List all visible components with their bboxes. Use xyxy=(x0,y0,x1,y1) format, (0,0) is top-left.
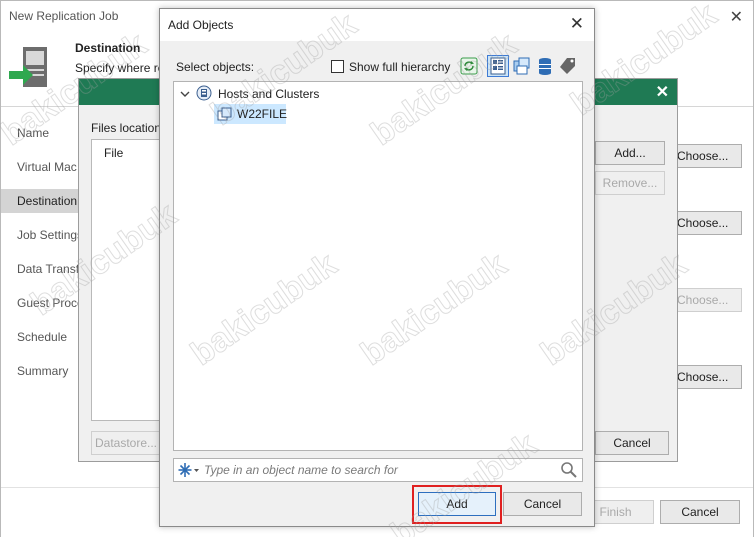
tags-view-icon[interactable] xyxy=(557,55,579,77)
object-search-input[interactable] xyxy=(204,459,554,481)
nav-step-name[interactable]: Name xyxy=(1,121,81,145)
add-objects-titlebar: Add Objects ✕ xyxy=(160,9,594,41)
search-scope-icon[interactable] xyxy=(178,462,200,481)
datastore-button[interactable]: Datastore... xyxy=(91,431,161,455)
choose-resource-pool-button[interactable]: Choose... xyxy=(672,211,742,235)
add-objects-close-icon[interactable]: ✕ xyxy=(570,14,584,34)
choose-host-button[interactable]: Choose... xyxy=(672,144,742,168)
show-full-hierarchy-checkbox[interactable] xyxy=(331,60,344,73)
nav-step-summary[interactable]: Summary xyxy=(1,359,81,383)
choose-datastore-button[interactable]: Choose... xyxy=(672,365,742,389)
files-location-close-icon[interactable]: ✕ xyxy=(656,82,669,102)
vm-icon xyxy=(217,106,233,125)
add-vm-button[interactable]: Add... xyxy=(595,141,665,165)
nav-step-guest-processing[interactable]: Guest Proce xyxy=(1,291,81,315)
wizard-title: New Replication Job xyxy=(9,9,119,23)
nav-step-virtual-machines[interactable]: Virtual Mac xyxy=(1,155,81,179)
wizard-cancel-button[interactable]: Cancel xyxy=(660,500,740,524)
nav-step-job-settings[interactable]: Job Settings xyxy=(1,223,81,247)
search-icon[interactable] xyxy=(560,461,578,482)
files-location-cancel-button[interactable]: Cancel xyxy=(595,431,669,455)
object-search-box[interactable] xyxy=(173,458,583,482)
show-full-hierarchy-label[interactable]: Show full hierarchy xyxy=(349,60,450,74)
destination-icon xyxy=(9,47,47,87)
add-objects-dialog: Add Objects ✕ Select objects: Show full … xyxy=(159,8,595,527)
objects-tree[interactable]: Hosts and Clusters W22FILE xyxy=(173,81,583,451)
tree-item-label[interactable]: W22FILE xyxy=(237,107,287,121)
wizard-header-title: Destination xyxy=(75,41,141,55)
files-location-label: Files location xyxy=(91,121,162,135)
select-objects-label: Select objects: xyxy=(176,60,255,74)
nav-step-destination[interactable]: Destination xyxy=(1,189,81,213)
nav-step-data-transfer[interactable]: Data Transfe xyxy=(1,257,81,281)
add-button[interactable]: Add xyxy=(418,492,496,516)
wizard-close-icon[interactable]: ✕ xyxy=(730,7,743,27)
hosts-view-icon[interactable] xyxy=(487,55,509,77)
wizard-header-subtitle: Specify where re xyxy=(75,61,165,75)
remove-vm-button[interactable]: Remove... xyxy=(595,171,665,195)
datastores-view-icon[interactable] xyxy=(534,55,556,77)
hosts-and-clusters-icon xyxy=(196,85,212,104)
vms-view-icon[interactable] xyxy=(511,55,533,77)
nav-step-schedule[interactable]: Schedule xyxy=(1,325,81,349)
refresh-icon[interactable] xyxy=(458,55,480,77)
expand-chevron-icon[interactable] xyxy=(180,88,190,102)
tree-root-label[interactable]: Hosts and Clusters xyxy=(218,87,319,101)
add-objects-cancel-button[interactable]: Cancel xyxy=(503,492,582,516)
choose-folder-button[interactable]: Choose... xyxy=(672,288,742,312)
add-objects-title: Add Objects xyxy=(168,18,234,32)
file-column-header: File xyxy=(104,146,124,160)
wizard-steps-nav: Name Virtual Mac Destination Job Setting… xyxy=(1,107,81,487)
